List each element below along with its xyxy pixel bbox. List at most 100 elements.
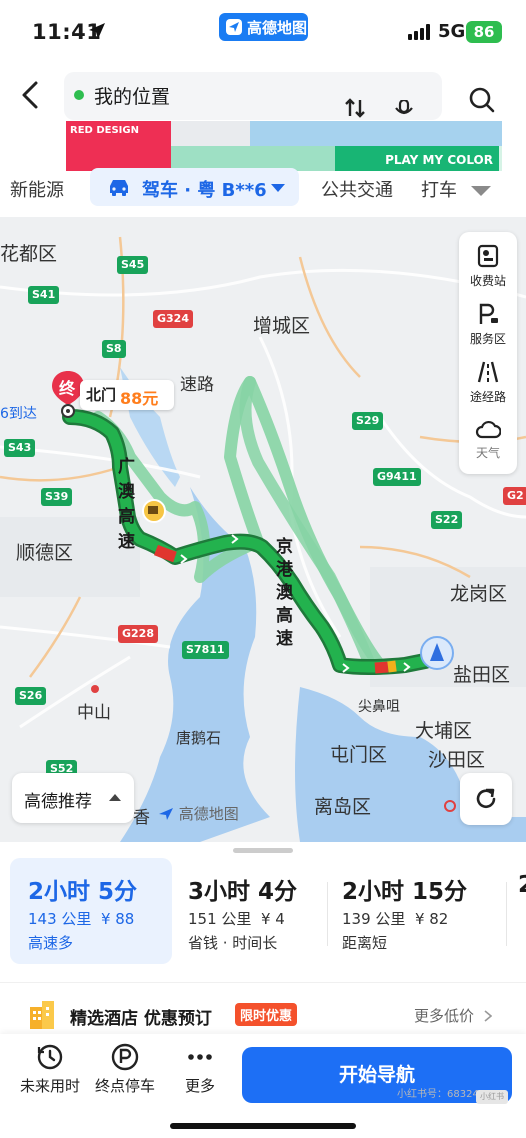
amap-watermark: 高德地图 <box>158 803 239 824</box>
parking-callout[interactable]: 北门 88元 <box>80 380 174 410</box>
parking-icon <box>111 1043 139 1071</box>
waypoint-road-icon <box>477 361 499 383</box>
battery-level: 86 <box>473 23 495 41</box>
route-option[interactable]: 3小时 4分 151 公里 ¥ 4 省钱 · 时间长 <box>170 858 320 964</box>
road-tag: G324 <box>153 310 193 328</box>
route-tag: 省钱 · 时间长 <box>188 934 278 952</box>
ad-swatch-grey <box>171 121 250 146</box>
building-icon <box>30 1001 54 1029</box>
app-badge[interactable]: 高德地图 <box>219 13 308 41</box>
tab-new-energy[interactable]: 新能源 <box>10 176 64 202</box>
road-tag: S41 <box>28 286 60 304</box>
ad-banner[interactable]: RED DESIGN PLAY MY COLOR <box>66 121 502 171</box>
parking-name: 北门 <box>86 386 117 404</box>
waypoint-tool[interactable]: 途经路 <box>459 360 517 405</box>
chevron-right-icon <box>484 1010 492 1022</box>
route-name-label: 广澳高速 <box>114 457 134 557</box>
map-label: 龙岗区 <box>450 583 508 605</box>
map-label: 香 <box>133 808 150 828</box>
search-icon[interactable] <box>468 86 496 114</box>
route-duration: 2小时 5分 <box>28 879 138 905</box>
map-tool-panel: 收费站 服务区 途经路 天气 <box>459 232 517 474</box>
transport-mode-tabs: 新能源 驾车 · 粤 B**6 公共交通 打车 <box>0 168 526 208</box>
road-tag: S43 <box>4 439 36 457</box>
route-duration: 3小时 4分 <box>188 879 298 905</box>
route-option[interactable]: 2 <box>500 858 526 964</box>
amap-watermark-icon <box>159 808 173 820</box>
route-option[interactable]: 2小时 15分 139 公里 ¥ 82 距离短 <box>324 858 504 964</box>
recommend-dropdown[interactable]: 高德推荐 <box>12 773 134 823</box>
road-tag: G9411 <box>373 468 421 486</box>
battery-indicator: 86 <box>466 21 502 43</box>
microphone-icon[interactable] <box>394 100 414 118</box>
more-options-label: 更多 <box>184 1077 215 1095</box>
hotel-promo-title: 精选酒店 优惠预订 <box>70 1009 212 1029</box>
road-tag: S45 <box>117 256 149 274</box>
origin-input[interactable]: 我的位置 <box>64 72 442 120</box>
road-tag: S26 <box>15 687 47 705</box>
refresh-button[interactable] <box>460 773 512 825</box>
destination-marker-label: 终 <box>59 379 76 398</box>
chevron-up-icon <box>109 794 121 801</box>
home-indicator[interactable] <box>170 1123 356 1129</box>
road-tag: S39 <box>41 488 73 506</box>
service-area-icon <box>479 303 498 324</box>
future-time-label: 未来用时 <box>19 1077 80 1095</box>
toll-station-tool[interactable]: 收费站 <box>459 244 517 289</box>
route-duration: 2小时 15分 <box>342 879 468 905</box>
service-area-tool[interactable]: 服务区 <box>459 302 517 347</box>
tab-public-transit[interactable]: 公共交通 <box>321 176 393 202</box>
map-label: 沙田区 <box>428 749 486 771</box>
road-tag: G228 <box>118 625 158 643</box>
origin-dot-icon <box>74 90 84 100</box>
route-name-label: 京港澳高速 <box>272 537 292 652</box>
more-modes-chevron-icon[interactable] <box>470 185 492 197</box>
waypoint-label: 途经路 <box>469 390 506 404</box>
future-time-button[interactable]: 未来用时 <box>18 1042 82 1096</box>
weather-tool[interactable]: 天气 <box>459 418 517 461</box>
route-distance-toll: 143 公里 ¥ 88 <box>28 908 134 929</box>
network-type: 5G <box>438 21 466 42</box>
map-label: 大埔区 <box>415 720 473 742</box>
map-label: 增城区 <box>253 315 311 337</box>
screen: { "status_bar": { "time": "11:41", "netw… <box>0 0 526 1138</box>
tab-driving-label: 驾车 · 粤 B**6 <box>142 180 267 201</box>
destination-parking-button[interactable]: 终点停车 <box>93 1042 157 1096</box>
route-toll: ¥ 88 <box>100 910 135 928</box>
route-map[interactable]: 花都区 增城区 顺德区 龙岗区 中山 唐鹅石 屯门区 大埔区 沙田区 离岛区 盐… <box>0 217 526 842</box>
chevron-down-icon <box>271 184 285 192</box>
destination-parking-label: 终点停车 <box>94 1077 155 1095</box>
route-distance: 139 公里 <box>342 910 406 928</box>
location-arrow-icon <box>89 23 105 39</box>
route-options-panel: 2小时 5分 143 公里 ¥ 88 高速多 3小时 4分 151 公里 ¥ 4… <box>0 842 526 1034</box>
refresh-icon <box>476 788 496 808</box>
service-area-label: 服务区 <box>469 332 506 346</box>
road-tag: S29 <box>352 412 384 430</box>
hotel-promo[interactable]: 精选酒店 优惠预订 限时优惠 更多低价 <box>0 982 526 1030</box>
tab-taxi[interactable]: 打车 <box>421 176 457 202</box>
map-label: 离岛区 <box>314 796 372 818</box>
status-bar: 11:41 高德地图 5G 86 <box>0 0 526 62</box>
swap-icon[interactable] <box>344 98 366 118</box>
recommend-label: 高德推荐 <box>24 792 92 812</box>
map-label: 顺德区 <box>16 542 74 564</box>
map-label: 盐田区 <box>453 664 511 686</box>
toll-station-label: 收费站 <box>469 274 506 288</box>
road-tag: S7811 <box>182 641 229 659</box>
hotel-more-link[interactable]: 更多低价 <box>414 1005 492 1026</box>
road-tag: S22 <box>431 511 463 529</box>
route-tag: 距离短 <box>342 934 388 952</box>
cloud-icon <box>475 420 501 439</box>
map-label: 中山 <box>77 703 111 723</box>
back-icon[interactable] <box>18 80 44 110</box>
route-toll: ¥ 4 <box>260 910 285 928</box>
route-tag: 高速多 <box>28 934 74 952</box>
route-distance-toll: 151 公里 ¥ 4 <box>188 908 285 929</box>
tab-driving[interactable]: 驾车 · 粤 B**6 <box>90 168 299 206</box>
more-options-button[interactable]: 更多 <box>175 1042 225 1096</box>
route-option[interactable]: 2小时 5分 143 公里 ¥ 88 高速多 <box>10 858 172 964</box>
map-label: 花都区 <box>0 243 58 265</box>
ad-banner-left: RED DESIGN <box>66 121 171 171</box>
map-label: 唐鹅石 <box>176 729 222 747</box>
drag-handle[interactable] <box>233 848 293 853</box>
